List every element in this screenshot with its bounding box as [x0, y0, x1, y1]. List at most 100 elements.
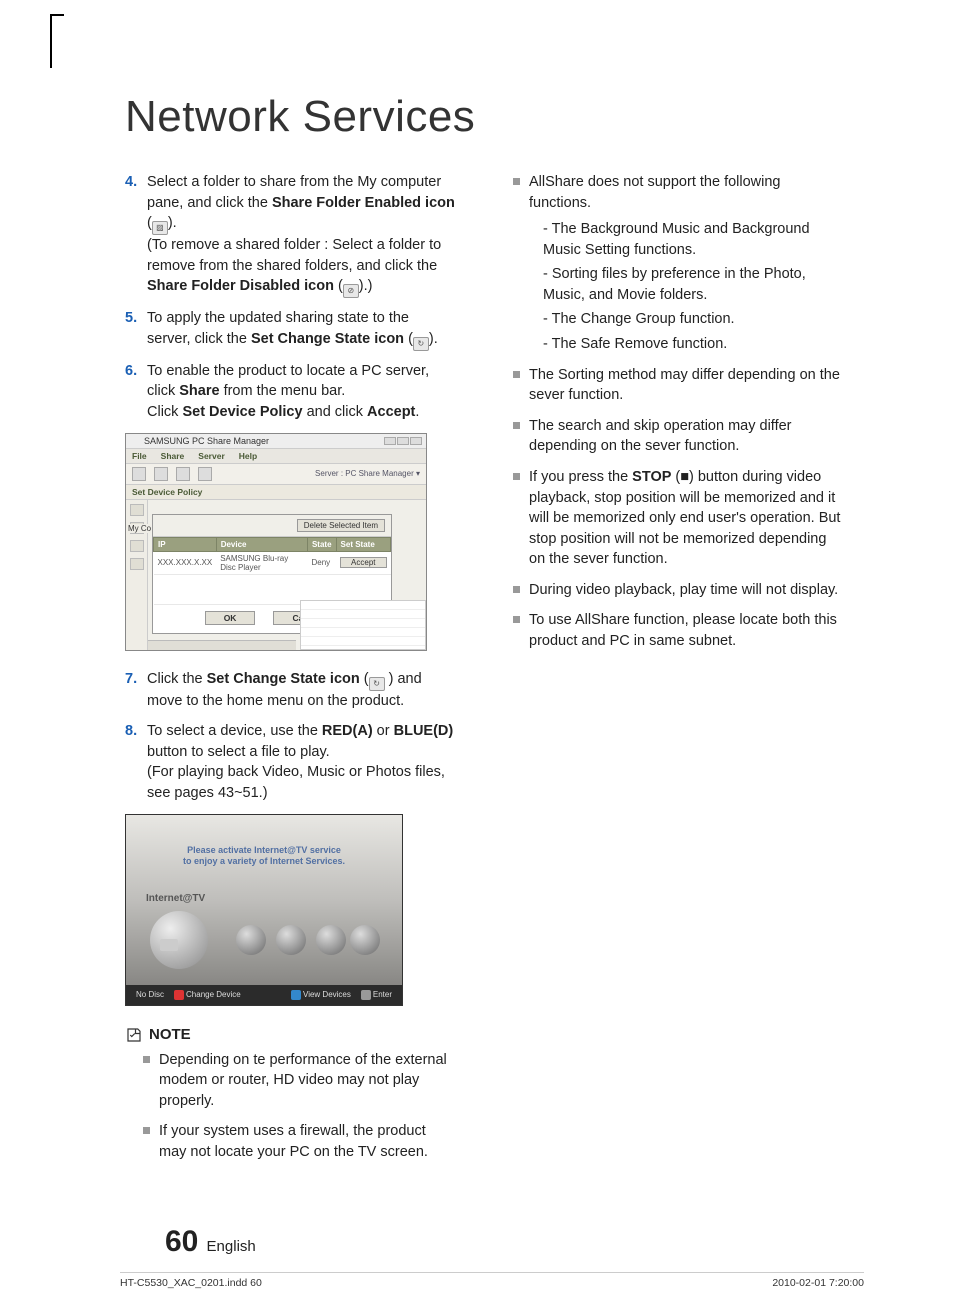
note-heading: NOTE: [125, 1026, 455, 1044]
page-number: 60: [165, 1225, 198, 1258]
col-state: State: [307, 537, 336, 551]
note-item: During video playback, play time will no…: [513, 580, 845, 601]
dialog-title: SAMSUNG PC Share Manager: [144, 436, 269, 446]
note-subitem: The Safe Remove function.: [543, 334, 845, 355]
no-disc-label: No Disc: [136, 990, 164, 999]
col-device: Device: [216, 537, 307, 551]
note-item: The Sorting method may differ depending …: [513, 365, 845, 406]
note-list-left: Depending on te performance of the exter…: [125, 1050, 455, 1163]
dialog-titlebar: SAMSUNG PC Share Manager: [126, 434, 426, 449]
toolbar-icon[interactable]: [198, 467, 212, 481]
app-icon[interactable]: [350, 925, 380, 955]
note-subitem: The Background Music and Background Musi…: [543, 219, 845, 260]
enter-key-icon: [361, 990, 371, 1000]
side-toolbar: [126, 500, 148, 650]
share-disabled-icon: ⊘: [343, 284, 359, 298]
stop-button-label: STOP: [632, 469, 671, 485]
horizontal-scrollbar[interactable]: [148, 640, 296, 650]
step-text: Click: [147, 404, 182, 420]
toolbar-icon[interactable]: [132, 467, 146, 481]
step-text: Click the: [147, 671, 207, 687]
internet-tv-label: Internet@TV: [146, 893, 205, 904]
col-set-state: Set State: [336, 537, 390, 551]
table-row[interactable]: XXX.XXX.X.XX SAMSUNG Blu-ray Disc Player…: [154, 551, 391, 574]
delete-selected-button[interactable]: Delete Selected Item: [297, 519, 385, 532]
step-text: (To remove a shared folder : Select a fo…: [147, 237, 441, 274]
accept-label: Accept: [367, 404, 415, 420]
app-icon[interactable]: [236, 925, 266, 955]
side-icon[interactable]: [130, 558, 144, 570]
page-content: Network Services 4. Select a folder to s…: [50, 0, 904, 1307]
share-menu-label: Share: [179, 383, 219, 399]
note-item: The search and skip operation may differ…: [513, 416, 845, 457]
step-number: 6.: [125, 361, 147, 423]
side-icon[interactable]: [130, 540, 144, 552]
red-key-icon: [174, 990, 184, 1000]
step-5: 5. To apply the updated sharing state to…: [125, 308, 455, 351]
step-text: (For playing back Video, Music or Photos…: [147, 764, 445, 801]
share-enabled-icon: ▨: [152, 221, 168, 235]
note-subitem: Sorting files by preference in the Photo…: [543, 264, 845, 305]
change-device-label: Change Device: [186, 990, 241, 999]
selected-app-icon[interactable]: [150, 911, 208, 969]
note-subitem: The Change Group function.: [543, 309, 845, 330]
menu-server[interactable]: Server: [198, 451, 224, 461]
note-item: If you press the STOP (■) button during …: [513, 467, 845, 570]
col-ip: IP: [154, 537, 217, 551]
step-7: 7. Click the Set Change State icon (↻ ) …: [125, 669, 455, 712]
left-column: 4. Select a folder to share from the My …: [125, 172, 455, 1172]
step-4: 4. Select a folder to share from the My …: [125, 172, 455, 298]
app-icon[interactable]: [276, 925, 306, 955]
set-device-policy-bar: Set Device Policy: [126, 485, 426, 500]
note-icon: [125, 1026, 143, 1044]
set-change-state-label: Set Change State icon: [207, 671, 360, 687]
toolbar: Server : PC Share Manager ▾: [126, 464, 426, 485]
set-device-policy-label: Set Device Policy: [182, 404, 302, 420]
indd-date: 2010-02-01 7:20:00: [772, 1277, 864, 1289]
page-title: Network Services: [125, 92, 864, 142]
device-table: IP Device State Set State XXX.XXX.X.XX S…: [153, 537, 391, 605]
side-icon[interactable]: [130, 504, 144, 516]
app-icon[interactable]: [316, 925, 346, 955]
blue-key-icon: [291, 990, 301, 1000]
indd-file: HT-C5530_XAC_0201.indd 60: [120, 1277, 262, 1289]
activation-banner: Please activate Internet@TV service to e…: [146, 845, 382, 868]
step-number: 8.: [125, 721, 147, 803]
menu-share[interactable]: Share: [161, 451, 185, 461]
set-change-state-icon: ↻: [413, 337, 429, 351]
step-number: 5.: [125, 308, 147, 351]
step-text: (: [334, 278, 343, 294]
set-change-state-label: Set Change State icon: [251, 331, 404, 347]
enter-label: Enter: [373, 990, 392, 999]
step-text: ).): [359, 278, 373, 294]
step-text: and click: [303, 404, 367, 420]
ok-button[interactable]: OK: [205, 611, 256, 625]
step-text: To select a device, use the: [147, 723, 322, 739]
step-6: 6. To enable the product to locate a PC …: [125, 361, 455, 423]
toolbar-icon[interactable]: [176, 467, 190, 481]
step-text: .: [415, 404, 419, 420]
note-item: If your system uses a firewall, the prod…: [143, 1121, 455, 1162]
cell-state: Deny: [307, 551, 336, 574]
window-controls[interactable]: [384, 437, 422, 445]
cell-ip: XXX.XXX.X.XX: [154, 551, 217, 574]
step-text: ).: [168, 215, 177, 231]
menubar[interactable]: File Share Server Help: [126, 449, 426, 464]
note-item: AllShare does not support the following …: [513, 172, 845, 355]
tv-home-screen: Please activate Internet@TV service to e…: [125, 814, 403, 1006]
menu-help[interactable]: Help: [239, 451, 257, 461]
print-slug: HT-C5530_XAC_0201.indd 60 2010-02-01 7:2…: [120, 1272, 864, 1289]
page-footer: 60 English: [165, 1225, 256, 1259]
share-enabled-label: Share Folder Enabled icon: [272, 195, 455, 211]
language-label: English: [207, 1238, 256, 1255]
cell-device: SAMSUNG Blu-ray Disc Player: [216, 551, 307, 574]
step-text: (: [404, 331, 413, 347]
step-text: ).: [429, 331, 438, 347]
note-item: Depending on te performance of the exter…: [143, 1050, 455, 1112]
step-number: 4.: [125, 172, 147, 298]
accept-button[interactable]: Accept: [340, 557, 386, 568]
pc-share-manager-dialog: SAMSUNG PC Share Manager File Share Serv…: [125, 433, 427, 651]
step-text: or: [373, 723, 394, 739]
menu-file[interactable]: File: [132, 451, 147, 461]
toolbar-icon[interactable]: [154, 467, 168, 481]
